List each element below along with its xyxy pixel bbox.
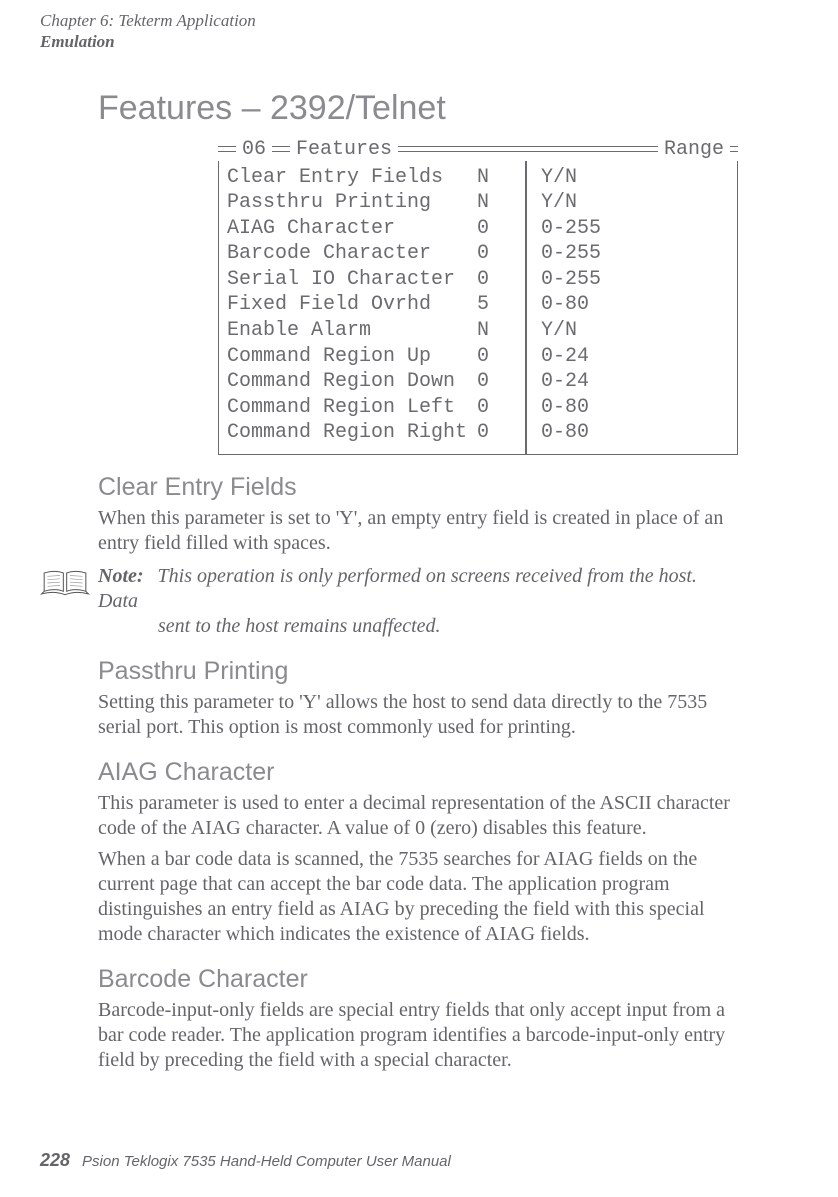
table-row: Fixed Field Ovrhd50-80	[227, 292, 729, 318]
table-row: Serial IO Character00-255	[227, 267, 729, 293]
aiag-character-body-2: When a bar code data is scanned, the 753…	[98, 847, 740, 947]
range-label: Range	[658, 138, 730, 161]
note-body-2: sent to the host remains unaffected.	[98, 614, 740, 639]
features-box: 06 Features Range Clear Entry FieldsNY/N…	[218, 138, 738, 456]
table-row: AIAG Character00-255	[227, 216, 729, 242]
box-body: Clear Entry FieldsNY/N Passthru Printing…	[218, 161, 738, 456]
note-label: Note:	[98, 565, 158, 587]
table-row: Command Region Up00-24	[227, 344, 729, 370]
table-row: Barcode Character00-255	[227, 241, 729, 267]
passthru-printing-body: Setting this parameter to 'Y' allows the…	[98, 690, 740, 740]
book-icon	[40, 566, 90, 639]
barcode-character-heading: Barcode Character	[98, 965, 740, 994]
manual-name: Psion Teklogix 7535 Hand-Held Computer U…	[82, 1153, 451, 1170]
table-row: Clear Entry FieldsNY/N	[227, 165, 729, 191]
section-title: Features – 2392/Telnet	[98, 89, 740, 128]
chapter-label: Chapter 6: Tekterm Application	[40, 10, 798, 31]
aiag-character-body-1: This parameter is used to enter a decima…	[98, 791, 740, 841]
note-body-1: This operation is only performed on scre…	[98, 565, 697, 612]
table-row: Command Region Right00-80	[227, 420, 729, 446]
note-text: Note:This operation is only performed on…	[98, 564, 740, 639]
box-title: Features	[290, 138, 398, 161]
aiag-character-heading: AIAG Character	[98, 758, 740, 787]
clear-entry-fields-body: When this parameter is set to 'Y', an em…	[98, 506, 740, 556]
table-row: Command Region Down00-24	[227, 369, 729, 395]
page-footer: 228Psion Teklogix 7535 Hand-Held Compute…	[40, 1150, 451, 1171]
table-row: Enable AlarmNY/N	[227, 318, 729, 344]
section-label: Emulation	[40, 31, 798, 52]
box-number: 06	[236, 138, 272, 161]
table-row: Command Region Left00-80	[227, 395, 729, 421]
passthru-printing-heading: Passthru Printing	[98, 657, 740, 686]
clear-entry-fields-heading: Clear Entry Fields	[98, 473, 740, 502]
vertical-divider	[525, 161, 527, 455]
page-header: Chapter 6: Tekterm Application Emulation	[0, 10, 838, 53]
table-row: Passthru PrintingNY/N	[227, 190, 729, 216]
box-title-bar: 06 Features Range	[218, 138, 738, 161]
note-block: Note:This operation is only performed on…	[40, 564, 740, 639]
page-number: 228	[40, 1150, 82, 1170]
barcode-character-body: Barcode-input-only fields are special en…	[98, 998, 740, 1073]
